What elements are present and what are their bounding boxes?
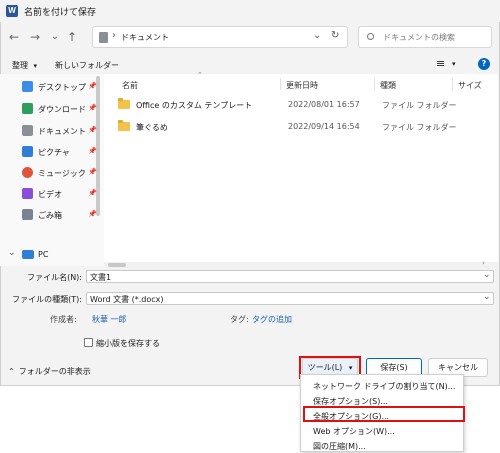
filetype-label: ファイルの種類(T): [12,295,82,304]
column-header-name[interactable]: 名前 [122,80,138,91]
address-history-chevron[interactable]: ⌄ [313,30,321,41]
tools-label: ツール(L) [307,363,343,372]
sidebar-item-pictures[interactable]: ピクチャ 📌 [8,143,100,161]
folder-icon [118,120,130,131]
organize-button[interactable]: 整理 ▾ [12,60,37,71]
hide-folders-label: フォルダーの非表示 [18,367,91,376]
column-header-type[interactable]: 種類 [380,80,396,91]
sidebar-item-recycle-bin[interactable]: ごみ箱 📌 [8,206,100,224]
pin-icon: 📌 [88,189,97,197]
sidebar-item-documents[interactable]: ドキュメント 📌 [8,122,100,140]
chevron-down-icon[interactable]: ⌄ [483,292,491,302]
refresh-icon[interactable]: ↻ [331,30,339,41]
search-icon [367,33,374,40]
sidebar-item-label: ビデオ [38,190,62,199]
scroll-right-icon[interactable]: › [482,259,485,267]
up-button[interactable]: ↑ [64,29,80,45]
help-icon[interactable]: ? [478,58,490,70]
file-type: ファイル フォルダー [382,123,457,132]
back-button[interactable]: ← [6,29,22,45]
sidebar-item-label: PC [38,250,49,259]
thumbnail-checkbox[interactable] [84,338,93,347]
sidebar-item-label: ミュージック [38,169,86,178]
column-divider [452,78,453,90]
menu-item-web-options[interactable]: Web オプション(W)... [313,426,395,437]
file-date: 2022/09/14 16:54 [288,122,360,131]
title-bar: W 名前を付けて保存 [0,0,500,22]
window-title: 名前を付けて保存 [24,8,97,18]
column-divider [280,78,281,90]
document-icon [99,32,108,43]
filetype-select[interactable]: Word 文書 (*.docx) ⌄ [86,292,494,305]
sidebar-item-label: ピクチャ [38,148,70,157]
organize-label: 整理 [12,61,28,70]
new-folder-button[interactable]: 新しいフォルダー [55,60,119,71]
horizontal-scrollbar[interactable] [104,262,498,268]
pc-icon [22,250,34,259]
sidebar-item-pc[interactable]: ⌄ PC [8,246,100,264]
document-icon [22,125,33,136]
music-icon [22,167,33,178]
sidebar-item-label: ダウンロード [38,105,86,114]
tags-label: タグ: [230,315,249,324]
hide-folders-button[interactable]: ⌃ フォルダーの非表示 [8,366,91,377]
download-icon [22,103,33,114]
filename-value: 文書1 [90,273,112,282]
pin-icon: 📌 [88,168,97,176]
recent-locations-button[interactable]: ⌄ [47,29,63,45]
pin-icon: 📌 [88,210,97,218]
pin-icon: 📌 [88,147,97,155]
chevron-down-icon[interactable]: ⌄ [483,270,491,280]
chevron-down-icon[interactable]: ⌄ [8,248,16,258]
file-name: Office のカスタム テンプレート [136,101,253,110]
pin-icon: 📌 [88,82,97,90]
search-input[interactable]: ドキュメントの検索 [383,32,455,43]
file-row[interactable]: Office のカスタム テンプレート 2022/08/01 16:57 ファイ… [110,96,490,114]
forward-button[interactable]: → [27,29,43,45]
view-menu-icon[interactable]: ≡ [436,57,445,70]
file-date: 2022/08/01 16:57 [288,100,360,109]
file-row[interactable]: 筆ぐるめ 2022/09/14 16:54 ファイル フォルダー [110,118,490,136]
thumbnail-label: 縮小版を保存する [96,339,160,348]
scrollbar-thumb[interactable] [108,263,126,267]
search-box[interactable]: ドキュメントの検索 [358,26,492,48]
organize-arrow-icon: ▾ [33,62,38,70]
menu-item-compress-pictures[interactable]: 図の圧縮(M)... [313,441,366,452]
column-header-size[interactable]: サイズ [458,80,482,91]
address-bar[interactable]: › ドキュメント ⌄ ↻ [92,26,348,48]
tags-value[interactable]: タグの追加 [252,314,292,325]
column-header-date[interactable]: 更新日時 [286,80,318,91]
picture-icon [22,146,33,157]
sort-up-icon: ⌃ [197,71,203,79]
desktop-icon [22,81,33,92]
filename-field[interactable]: 文書1 ⌄ [86,270,494,283]
sidebar-item-label: ドキュメント [38,127,86,136]
column-divider [374,78,375,90]
sidebar-item-label: ごみ箱 [38,211,62,220]
pin-icon: 📌 [88,126,97,134]
video-icon [22,188,33,199]
breadcrumb-separator: › [112,30,116,41]
view-dropdown-arrow-icon[interactable]: ▾ [452,60,456,68]
recycle-bin-icon [22,209,33,220]
pin-icon: 📌 [88,104,97,112]
author-label: 作成者: [50,315,77,324]
general-options-highlight-box [303,406,465,422]
breadcrumb-current[interactable]: ドキュメント [121,32,169,43]
chevron-up-icon: ⌃ [8,367,15,376]
file-name: 筆ぐるめ [136,123,168,132]
sidebar-item-label: デスクトップ [38,83,86,92]
file-type: ファイル フォルダー [382,101,457,110]
sidebar-item-desktop[interactable]: デスクトップ 📌 [8,78,100,96]
tools-dropdown-icon: ▾ [348,364,353,372]
sidebar-item-music[interactable]: ミュージック 📌 [8,164,100,182]
sidebar-item-videos[interactable]: ビデオ 📌 [8,185,100,203]
filetype-value: Word 文書 (*.docx) [90,295,164,304]
folder-icon [118,98,130,109]
menu-item-map-network-drive[interactable]: ネットワーク ドライブの割り当て(N)... [313,381,455,392]
sidebar-item-downloads[interactable]: ダウンロード 📌 [8,100,100,118]
author-value[interactable]: 秋華 一郎 [92,314,127,325]
word-app-icon: W [6,5,18,17]
filename-label: ファイル名(N): [27,273,82,282]
